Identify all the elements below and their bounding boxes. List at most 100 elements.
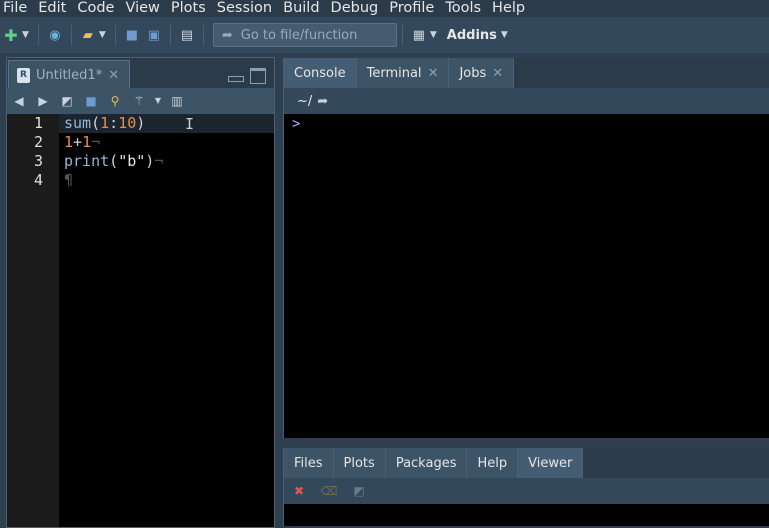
menu-build[interactable]: Build [280,0,322,17]
menu-code[interactable]: Code [74,0,117,17]
r-file-icon: R [17,67,30,83]
save-all-icon[interactable]: ▣ [145,26,163,44]
tab-label: Console [294,65,346,81]
tab-viewer[interactable]: Viewer [518,448,584,478]
close-icon[interactable]: ✕ [492,66,503,81]
compile-report-icon[interactable]: ▥ [168,93,186,109]
save-icon[interactable]: ■ [82,93,100,109]
toolbar-separator [70,25,72,45]
toolbar-separator [401,25,403,45]
code-area[interactable]: sum(1:10) I 1+1¬ print("b")¬ ¶ [59,114,274,527]
tab-label: Viewer [528,455,573,471]
code-token: ( [91,114,101,132]
menu-plots[interactable]: Plots [168,0,209,17]
toolbar-separator [202,25,204,45]
close-icon[interactable]: ✕ [108,68,119,83]
search-icon[interactable]: ⚲ [106,93,124,109]
code-token: 1 [100,114,110,132]
goto-arrow-icon: ➦ [221,27,233,43]
show-in-window-icon[interactable]: ◩ [350,483,368,499]
tab-plots[interactable]: Plots [333,448,386,478]
editor-tab-label: Untitled1* [36,67,103,83]
new-file-icon[interactable]: ✚ [2,26,20,45]
main-toolbar: ✚ ▼ ◉ ▰ ▼ ■ ▣ ▤ ➦ Go to file/function ▦ … [0,17,769,53]
minimize-pane-icon[interactable] [228,76,244,82]
editor-tab-bar: R Untitled1* ✕ [7,58,274,89]
show-in-window-icon[interactable]: ◩ [58,93,76,109]
menu-profile[interactable]: Profile [386,0,437,17]
menu-debug[interactable]: Debug [328,0,382,17]
editor-tab-untitled1[interactable]: R Untitled1* ✕ [8,60,130,89]
tab-terminal[interactable]: Terminal ✕ [356,58,450,88]
end-of-line-marker: ¬ [91,133,101,151]
chevron-down-icon[interactable]: ▼ [154,93,162,109]
maximize-pane-icon[interactable] [250,68,266,84]
working-directory[interactable]: ~/ [297,94,312,109]
console-path-bar: ~/ ➦ [284,88,769,114]
chevron-down-icon[interactable]: ▼ [501,30,508,40]
menu-file[interactable]: File [0,0,30,17]
viewer-tab-bar: Files Plots Packages Help Viewer [284,448,769,478]
tab-help[interactable]: Help [467,448,519,478]
menu-edit[interactable]: Edit [35,0,69,17]
code-tools-wand-icon[interactable]: ⚚ [130,93,148,109]
tab-jobs[interactable]: Jobs ✕ [449,58,515,88]
open-file-icon[interactable]: ▰ [79,26,97,44]
back-arrow-icon[interactable]: ◀ [10,93,28,109]
files-viewer-pane: Files Plots Packages Help Viewer ✖ ⌫ ◩ [283,448,769,526]
chevron-down-icon[interactable]: ▼ [22,30,29,40]
toolbar-separator [169,25,171,45]
menu-help[interactable]: Help [489,0,528,17]
code-token: sum [64,114,92,132]
code-token: : [109,114,119,132]
clear-viewer-icon[interactable]: ✖ [290,483,308,499]
menu-view[interactable]: View [122,0,162,17]
toolbar-separator [114,25,116,45]
code-token: 1 [64,133,74,151]
tab-label: Help [477,455,508,471]
tab-label: Jobs [459,65,487,81]
line-number-gutter: 1 2 3 4 [7,114,59,527]
menu-session[interactable]: Session [214,0,275,17]
menu-tools[interactable]: Tools [442,0,484,17]
forward-arrow-icon[interactable]: ▶ [34,93,52,109]
code-line-3[interactable]: print("b")¬ [64,152,163,171]
tab-label: Terminal [366,65,422,81]
tab-label: Packages [395,455,457,471]
chevron-down-icon[interactable]: ▼ [99,30,106,40]
pane-window-controls [228,68,266,84]
broom-icon[interactable]: ⌫ [320,483,338,499]
print-icon[interactable]: ▤ [178,26,196,44]
code-line-4[interactable]: ¶ [64,171,73,190]
go-to-directory-icon[interactable]: ➦ [317,94,328,109]
tab-console[interactable]: Console [284,58,357,88]
save-icon[interactable]: ■ [123,26,141,44]
menu-bar: File Edit Code View Plots Session Build … [0,0,769,17]
console-prompt[interactable]: > [292,116,300,132]
code-token: "b" [118,152,146,170]
code-token: ) [136,114,146,132]
text-cursor-icon: I [185,115,195,133]
code-token: ) [145,152,155,170]
line-number: 2 [33,133,43,151]
source-editor-pane: R Untitled1* ✕ ◀ ▶ ◩ ■ ⚲ ⚚ ▼ ▥ 1 2 3 4 s… [6,57,275,528]
tab-files[interactable]: Files [284,448,334,478]
end-of-line-marker: ¬ [154,152,164,170]
tab-packages[interactable]: Packages [385,448,468,478]
pane-layout-icon[interactable]: ▦ [410,26,428,44]
code-token: 1 [82,133,92,151]
addins-button[interactable]: Addins [447,28,497,43]
goto-file-function-input[interactable]: ➦ Go to file/function [212,23,397,47]
end-of-line-marker: ¶ [64,171,74,189]
console-tab-bar: Console Terminal ✕ Jobs ✕ [284,58,769,88]
new-project-icon[interactable]: ◉ [46,26,64,44]
code-token: print [64,152,110,170]
code-token: 10 [118,114,137,132]
close-icon[interactable]: ✕ [428,66,439,81]
viewer-toolbar: ✖ ⌫ ◩ [284,478,769,504]
chevron-down-icon[interactable]: ▼ [430,30,437,40]
line-number: 3 [33,152,43,170]
code-line-1[interactable]: sum(1:10) [64,114,145,133]
code-line-2[interactable]: 1+1¬ [64,133,100,152]
tab-label: Files [294,455,323,471]
